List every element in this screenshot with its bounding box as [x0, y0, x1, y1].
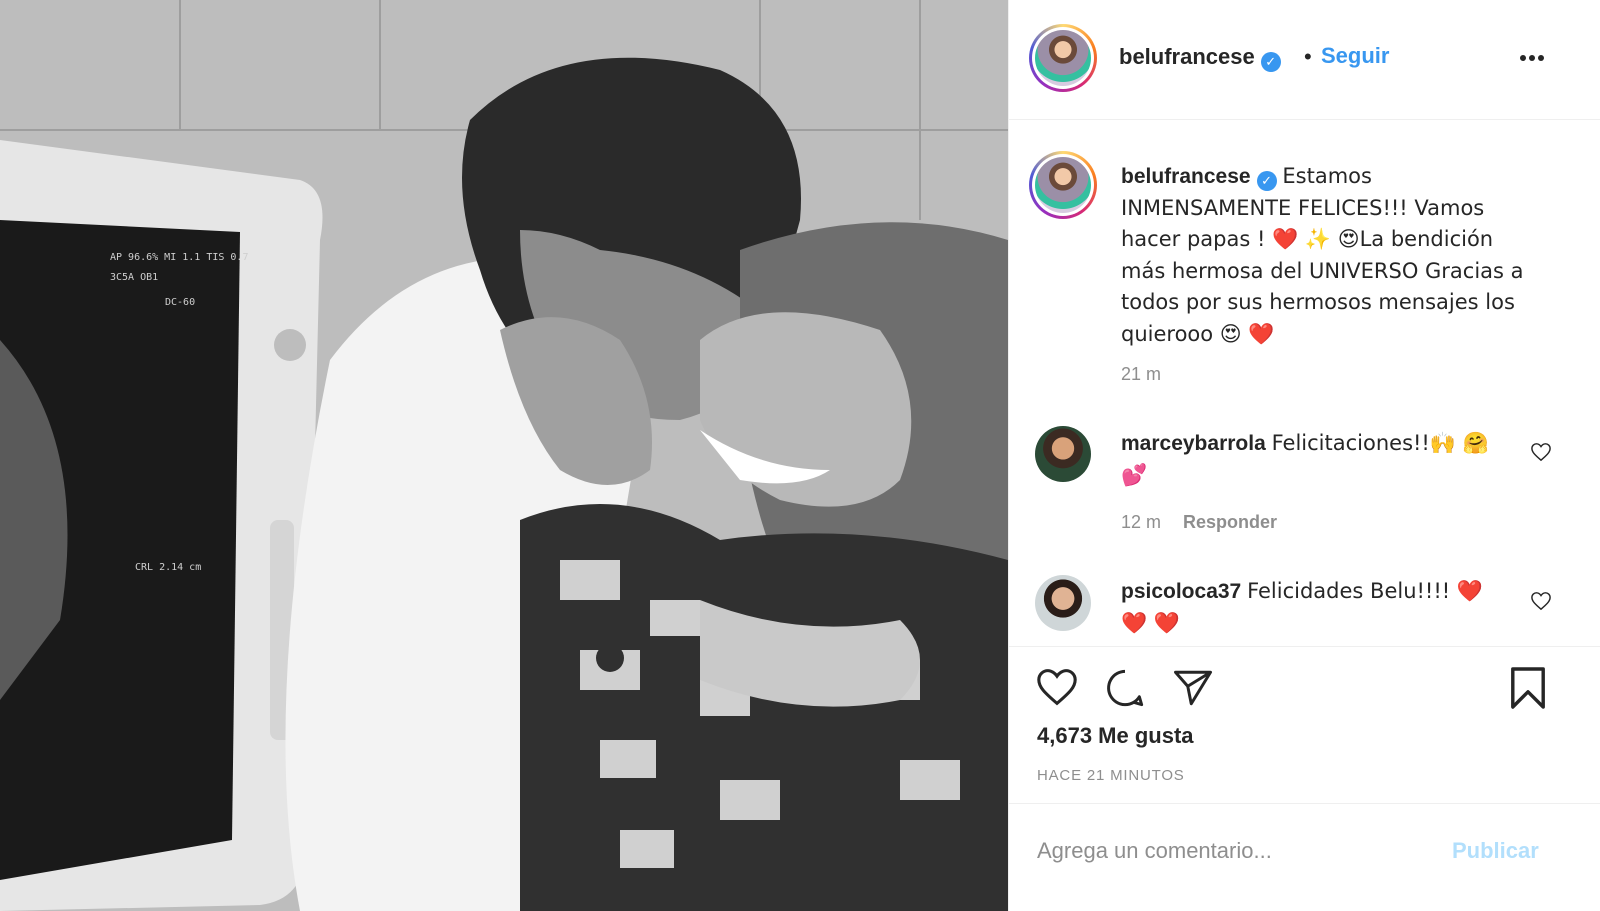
comment-composer: Publicar [1009, 803, 1600, 911]
follow-button[interactable]: Seguir [1321, 43, 1389, 69]
author-username[interactable]: belufrancese [1119, 44, 1255, 69]
bookmark-icon[interactable] [1509, 665, 1547, 711]
comment-icon[interactable] [1104, 667, 1146, 709]
heart-icon[interactable] [1035, 667, 1079, 707]
post-photo[interactable]: AP 96.6% MI 1.1 TIS 0.7 3C5A OB1 DC-60 C… [0, 0, 1008, 911]
like-comment-heart-icon[interactable] [1530, 442, 1552, 462]
comment-input[interactable] [1037, 834, 1437, 868]
caption-time[interactable]: 21 m [1121, 364, 1161, 385]
post-panel: belufrancese ✓ • Seguir belufrancese ✓ Est… [1008, 0, 1600, 911]
svg-text:3C5A OB1: 3C5A OB1 [110, 272, 158, 283]
svg-text:DC-60: DC-60 [165, 297, 195, 308]
like-comment-heart-icon[interactable] [1530, 591, 1552, 611]
share-icon[interactable] [1172, 667, 1214, 709]
verified-badge-icon: ✓ [1260, 52, 1281, 72]
photo-illustration: AP 96.6% MI 1.1 TIS 0.7 3C5A OB1 DC-60 C… [0, 0, 1008, 911]
likes-count[interactable]: 4,673 Me gusta [1037, 723, 1194, 749]
post-caption: belufrancese ✓ Estamos INMENSAMENTE FELIC… [1121, 161, 1531, 350]
comment-item: psicoloca37 Felicidades Belu!!!! ❤️ ❤️ ❤… [1121, 576, 1501, 639]
comments-list[interactable]: belufrancese ✓ Estamos INMENSAMENTE FELIC… [1009, 121, 1600, 647]
author-username-wrap[interactable]: belufrancese ✓ [1119, 44, 1281, 72]
avatar[interactable] [1035, 426, 1091, 482]
post-header: belufrancese ✓ • Seguir [1009, 0, 1600, 120]
verified-badge-icon: ✓ [1256, 171, 1277, 191]
comment-username[interactable]: psicoloca37 [1121, 580, 1241, 603]
publish-button[interactable]: Publicar [1452, 838, 1539, 864]
post-timestamp[interactable]: HACE 21 MINUTOS [1037, 767, 1185, 784]
comment-meta: 12 m Responder [1121, 512, 1277, 533]
caption-text: Estamos INMENSAMENTE FELICES!!! Vamos ha… [1121, 164, 1524, 346]
more-options-icon[interactable] [1519, 54, 1545, 62]
caption-author-avatar[interactable] [1029, 151, 1097, 219]
separator-dot: • [1304, 44, 1312, 69]
caption-username[interactable]: belufrancese [1121, 165, 1251, 188]
svg-text:AP 96.6% MI 1.1 TIS 0.7: AP 96.6% MI 1.1 TIS 0.7 [110, 252, 248, 263]
comment-time[interactable]: 12 m [1121, 512, 1161, 532]
reply-button[interactable]: Responder [1183, 512, 1277, 532]
comment-username[interactable]: marceybarrola [1121, 432, 1266, 455]
avatar[interactable] [1035, 575, 1091, 631]
post-actions: 4,673 Me gusta HACE 21 MINUTOS [1009, 646, 1600, 803]
svg-text:CRL 2.14 cm: CRL 2.14 cm [135, 562, 201, 573]
author-avatar[interactable] [1029, 24, 1097, 92]
comment-item: marceybarrola Felicitaciones!!🙌 🤗 💕 [1121, 428, 1501, 491]
